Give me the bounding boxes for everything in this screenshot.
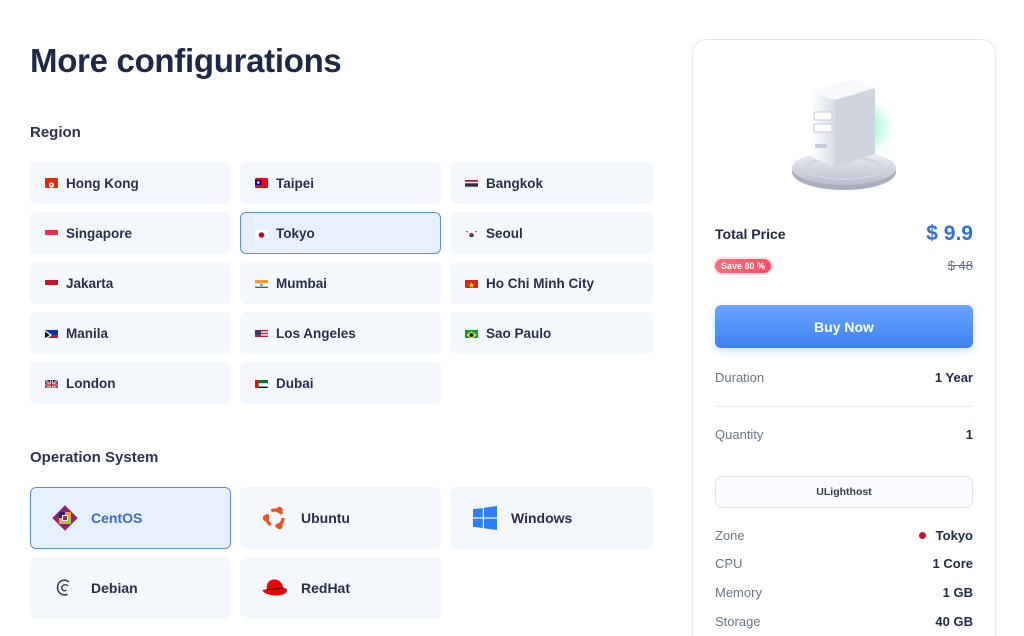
ubuntu-icon — [261, 504, 289, 532]
region-option-manila[interactable]: Manila — [30, 312, 231, 354]
india-flag-icon — [255, 278, 268, 288]
uae-flag-icon — [255, 378, 268, 388]
cpu-row: CPU 1 Core — [715, 556, 973, 571]
os-label: RedHat — [301, 580, 351, 596]
region-option-bangkok[interactable]: Bangkok — [450, 162, 653, 204]
centos-icon — [51, 504, 79, 532]
storage-value: 40 GB — [935, 614, 973, 629]
discount-row: Save 80 % $ 48 — [715, 258, 973, 273]
taiwan-flag-icon — [255, 178, 268, 188]
korea-flag-icon — [465, 228, 478, 238]
quantity-row[interactable]: Quantity 1 — [715, 427, 973, 442]
duration-label: Duration — [715, 370, 765, 385]
region-label: Tokyo — [276, 225, 315, 241]
host-name-box: ULighthost — [715, 476, 973, 508]
brazil-flag-icon — [465, 328, 478, 338]
japan-dot-icon — [918, 532, 926, 539]
region-label: Ho Chi Minh City — [486, 275, 594, 291]
region-grid: Hong Kong Taipei Bangkok Singapore Tokyo… — [30, 162, 653, 404]
divider — [715, 406, 973, 407]
philippines-flag-icon — [45, 328, 58, 338]
cpu-value: 1 Core — [932, 556, 973, 571]
server-illustration — [789, 72, 899, 192]
region-label: Bangkok — [486, 175, 544, 191]
storage-row: Storage 40 GB — [715, 614, 973, 629]
total-price-value: $ 9.9 — [926, 222, 973, 245]
os-option-windows[interactable]: Windows — [450, 487, 653, 549]
region-option-seoul[interactable]: Seoul — [450, 212, 653, 254]
vietnam-flag-icon — [465, 278, 478, 288]
windows-icon — [471, 504, 499, 532]
memory-row: Memory 1 GB — [715, 585, 973, 600]
os-label: Debian — [91, 580, 138, 596]
os-option-debian[interactable]: Debian — [30, 557, 231, 619]
singapore-flag-icon — [45, 228, 58, 238]
region-option-hong-kong[interactable]: Hong Kong — [30, 162, 231, 204]
zone-value: Tokyo — [918, 528, 973, 543]
region-option-singapore[interactable]: Singapore — [30, 212, 231, 254]
duration-row[interactable]: Duration 1 Year — [715, 370, 973, 385]
save-badge: Save 80 % — [715, 258, 772, 273]
region-label: Seoul — [486, 225, 523, 241]
region-label: Hong Kong — [66, 175, 139, 191]
os-section-label: Operation System — [30, 449, 159, 466]
thailand-flag-icon — [465, 178, 478, 188]
total-price-row: Total Price $ 9.9 — [715, 222, 973, 246]
region-option-sao-paulo[interactable]: Sao Paulo — [450, 312, 653, 354]
region-label: Mumbai — [276, 275, 328, 291]
total-price-label: Total Price — [715, 226, 786, 242]
page-title: More configurations — [30, 42, 342, 79]
cpu-label: CPU — [715, 556, 743, 571]
duration-value: 1 Year — [934, 370, 973, 385]
quantity-label: Quantity — [715, 427, 764, 442]
region-option-london[interactable]: London — [30, 362, 231, 404]
region-label: Los Angeles — [276, 325, 356, 341]
os-grid: CentOS Ubuntu Windows Debian RedHat — [30, 487, 653, 619]
zone-row: Zone Tokyo — [715, 528, 973, 543]
region-label: Dubai — [276, 375, 314, 391]
os-label: CentOS — [91, 510, 143, 526]
memory-value: 1 GB — [942, 585, 973, 600]
region-label: Singapore — [66, 225, 133, 241]
quantity-value: 1 — [965, 427, 973, 442]
buy-now-button[interactable]: Buy Now — [715, 305, 973, 348]
os-label: Windows — [511, 510, 573, 526]
uk-flag-icon — [45, 378, 58, 388]
storage-label: Storage — [715, 614, 761, 629]
region-option-los-angeles[interactable]: Los Angeles — [240, 312, 441, 354]
redhat-icon — [261, 574, 289, 602]
japan-flag-icon — [255, 228, 268, 238]
region-option-mumbai[interactable]: Mumbai — [240, 262, 441, 304]
region-option-dubai[interactable]: Dubai — [240, 362, 441, 404]
region-label: London — [66, 375, 116, 391]
os-option-redhat[interactable]: RedHat — [240, 557, 441, 619]
original-price: $ 48 — [947, 258, 973, 273]
region-label: Manila — [66, 325, 109, 341]
memory-label: Memory — [715, 585, 762, 600]
indonesia-flag-icon — [45, 278, 58, 288]
os-option-ubuntu[interactable]: Ubuntu — [240, 487, 441, 549]
region-option-taipei[interactable]: Taipei — [240, 162, 441, 204]
region-option-tokyo[interactable]: Tokyo — [240, 212, 441, 254]
os-label: Ubuntu — [301, 510, 350, 526]
zone-value-text: Tokyo — [935, 528, 973, 543]
zone-label: Zone — [715, 528, 745, 543]
hong-kong-flag-icon — [45, 178, 58, 188]
debian-icon — [51, 574, 79, 602]
os-option-centos[interactable]: CentOS — [30, 487, 231, 549]
usa-flag-icon — [255, 328, 268, 338]
region-section-label: Region — [30, 124, 81, 141]
region-label: Taipei — [276, 175, 315, 191]
order-summary-panel: Total Price $ 9.9 Save 80 % $ 48 Buy Now… — [692, 39, 996, 636]
region-option-jakarta[interactable]: Jakarta — [30, 262, 231, 304]
region-option-ho-chi-minh-city[interactable]: Ho Chi Minh City — [450, 262, 653, 304]
region-label: Sao Paulo — [486, 325, 552, 341]
region-label: Jakarta — [66, 275, 114, 291]
